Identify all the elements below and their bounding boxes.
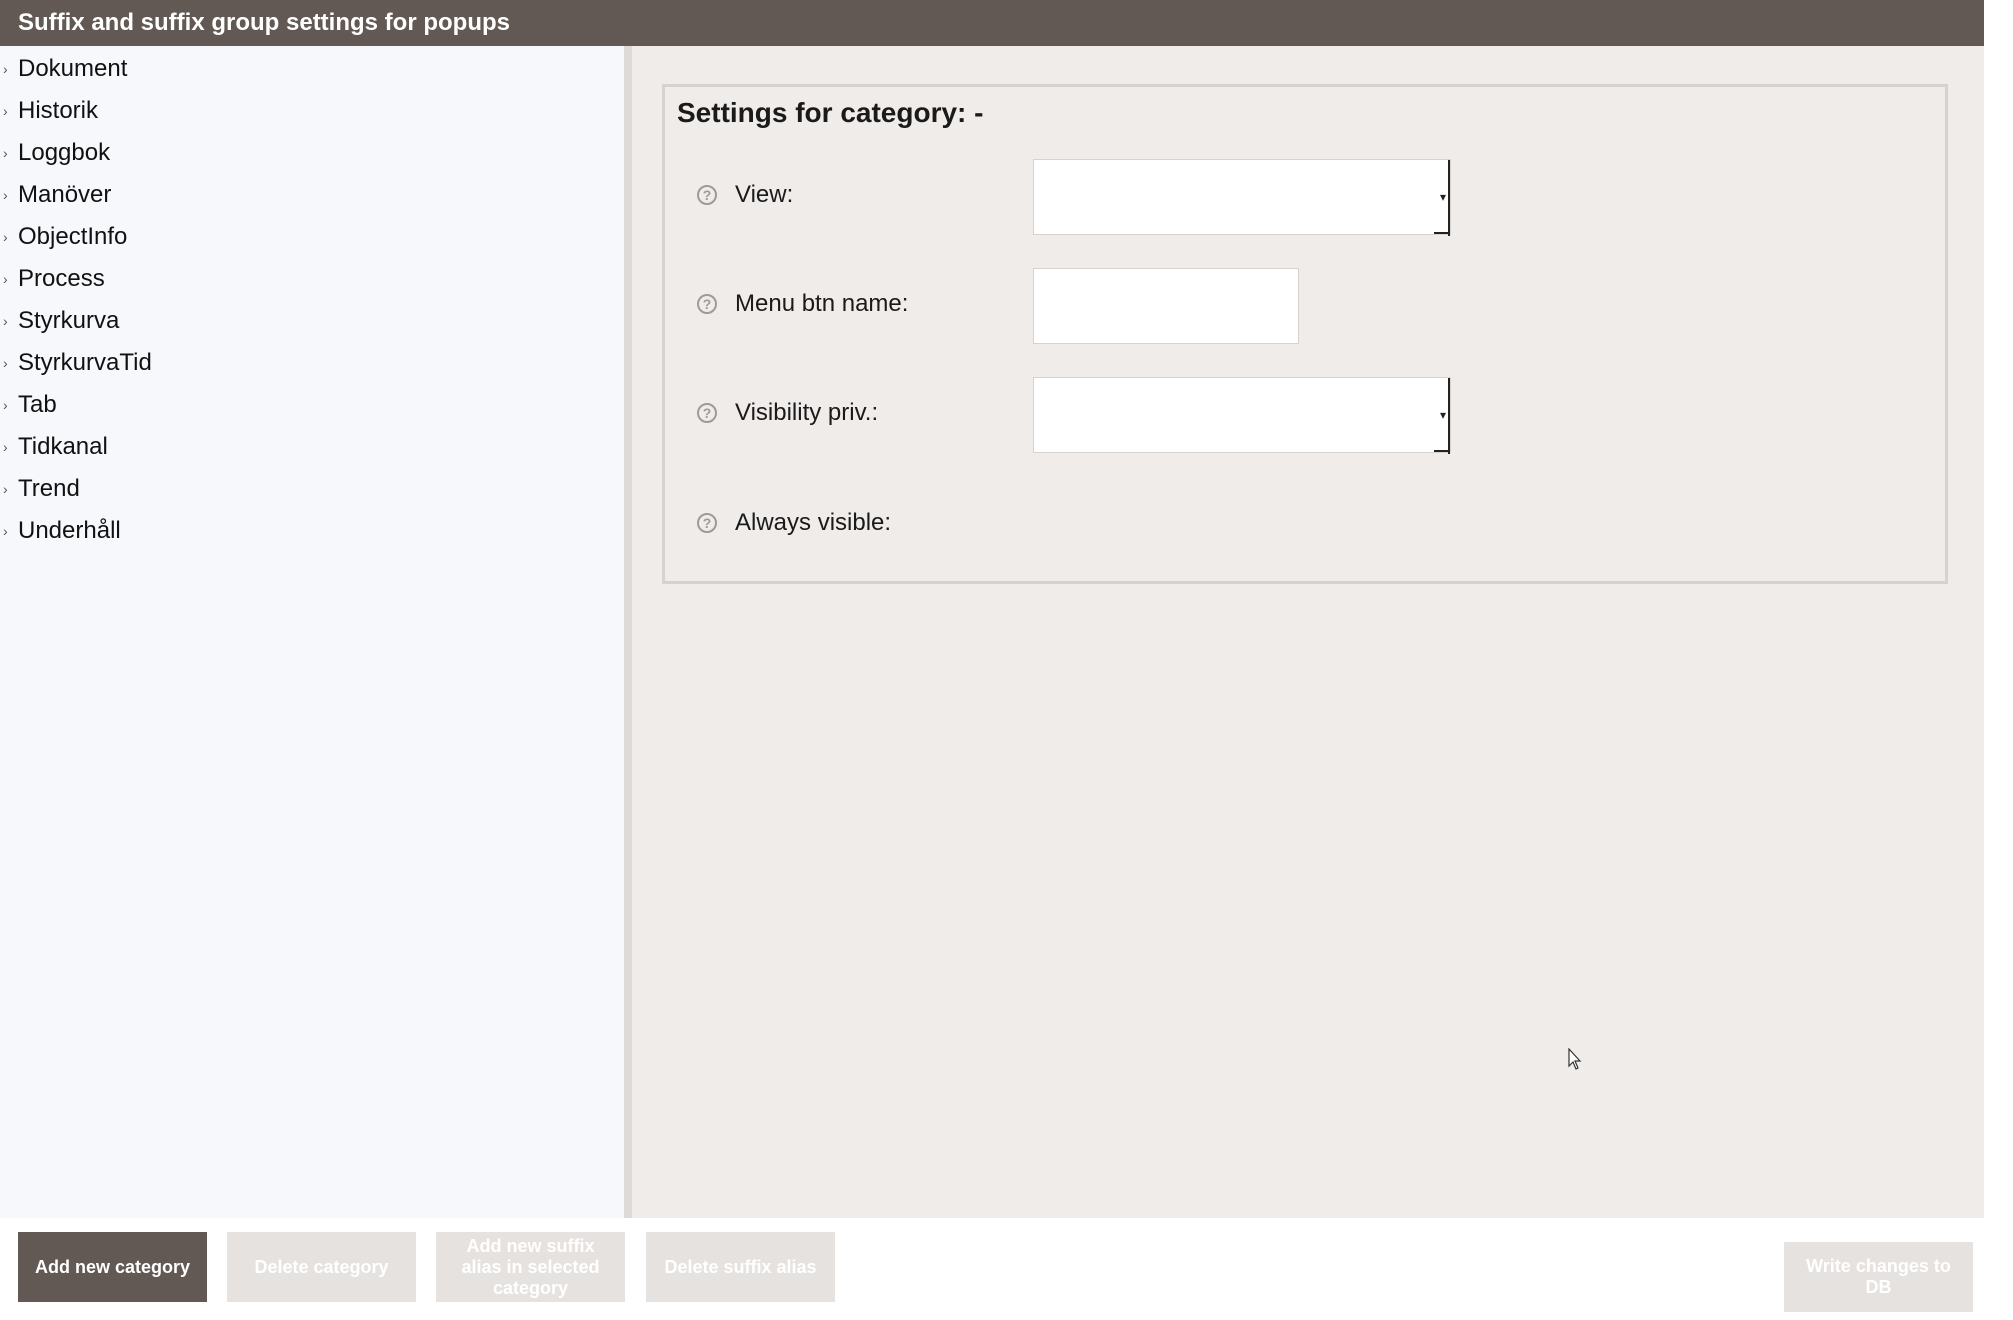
visibility-priv-select[interactable]: ▾	[1033, 377, 1451, 454]
chevron-right-icon[interactable]: ›	[0, 145, 18, 161]
tree-item-underhall[interactable]: › Underhåll	[0, 510, 620, 552]
tree-item-trend[interactable]: › Trend	[0, 468, 620, 510]
mouse-pointer-icon	[1568, 1048, 1582, 1070]
help-icon[interactable]: ?	[697, 185, 717, 205]
tree-item-tidkanal[interactable]: › Tidkanal	[0, 426, 620, 468]
tree-item-objectinfo[interactable]: › ObjectInfo	[0, 216, 620, 258]
dropdown-arrow-icon: ▾	[1439, 190, 1446, 204]
help-icon[interactable]: ?	[697, 403, 717, 423]
chevron-right-icon[interactable]: ›	[0, 397, 18, 413]
help-icon[interactable]: ?	[697, 294, 717, 314]
help-icon[interactable]: ?	[697, 513, 717, 533]
tree-item-label: Loggbok	[18, 139, 111, 166]
chevron-right-icon[interactable]: ›	[0, 355, 18, 371]
add-suffix-alias-button[interactable]: Add new suffix alias in selected categor…	[436, 1232, 625, 1302]
select-edge	[1434, 450, 1450, 452]
tree-item-label: Process	[18, 265, 105, 292]
button-bar: Add new category Delete category Add new…	[0, 1218, 2013, 1320]
visibility-priv-row: ? Visibility priv.: ▾	[697, 377, 1897, 454]
select-edge	[1448, 378, 1450, 454]
chevron-right-icon[interactable]: ›	[0, 523, 18, 539]
tree-item-label: StyrkurvaTid	[18, 349, 152, 376]
chevron-right-icon[interactable]: ›	[0, 313, 18, 329]
tree-item-label: Tidkanal	[18, 433, 108, 460]
tree-item-styrkurvatid[interactable]: › StyrkurvaTid	[0, 342, 620, 384]
view-select[interactable]: ▾	[1033, 159, 1451, 236]
menu-btn-name-label: Menu btn name:	[735, 290, 909, 317]
settings-panel: Settings for category: - ? View: ▾ ? Men…	[632, 46, 1984, 1218]
chevron-right-icon[interactable]: ›	[0, 187, 18, 203]
tree-item-label: Historik	[18, 97, 99, 124]
tree-item-manover[interactable]: › Manöver	[0, 174, 620, 216]
chevron-right-icon[interactable]: ›	[0, 271, 18, 287]
menu-btn-name-input[interactable]	[1033, 268, 1299, 344]
view-label: View:	[735, 181, 794, 208]
chevron-right-icon[interactable]: ›	[0, 61, 18, 77]
tree-item-label: Dokument	[18, 55, 128, 82]
visibility-priv-label: Visibility priv.:	[735, 399, 879, 426]
chevron-right-icon[interactable]: ›	[0, 229, 18, 245]
category-tree: › Dokument › Historik › Loggbok › Manöve…	[0, 46, 624, 1218]
delete-suffix-alias-button[interactable]: Delete suffix alias	[646, 1232, 835, 1302]
panel-splitter[interactable]	[624, 46, 632, 1218]
write-changes-button[interactable]: Write changes to DB	[1784, 1242, 1973, 1312]
tree-item-label: Styrkurva	[18, 307, 120, 334]
menu-btn-name-row: ? Menu btn name:	[697, 268, 1897, 344]
settings-group: Settings for category: - ? View: ▾ ? Men…	[662, 84, 1948, 584]
tree-item-tab[interactable]: › Tab	[0, 384, 620, 426]
tree-item-label: ObjectInfo	[18, 223, 128, 250]
tree-item-label: Tab	[18, 391, 57, 418]
tree-item-label: Underhåll	[18, 517, 121, 544]
tree-item-historik[interactable]: › Historik	[0, 90, 620, 132]
tree-item-loggbok[interactable]: › Loggbok	[0, 132, 620, 174]
select-edge	[1448, 160, 1450, 236]
tree-item-dokument[interactable]: › Dokument	[0, 48, 620, 90]
tree-item-label: Manöver	[18, 181, 112, 208]
select-edge	[1434, 232, 1450, 234]
delete-category-button[interactable]: Delete category	[227, 1232, 416, 1302]
window-title: Suffix and suffix group settings for pop…	[0, 0, 1984, 46]
chevron-right-icon[interactable]: ›	[0, 103, 18, 119]
dropdown-arrow-icon: ▾	[1439, 408, 1446, 422]
always-visible-row: ? Always visible:	[697, 487, 1897, 563]
add-category-button[interactable]: Add new category	[18, 1232, 207, 1302]
tree-item-label: Trend	[18, 475, 80, 502]
chevron-right-icon[interactable]: ›	[0, 439, 18, 455]
always-visible-label: Always visible:	[735, 509, 892, 536]
tree-item-styrkurva[interactable]: › Styrkurva	[0, 300, 620, 342]
view-row: ? View: ▾	[697, 159, 1897, 236]
chevron-right-icon[interactable]: ›	[0, 481, 18, 497]
settings-title: Settings for category: -	[677, 97, 984, 128]
tree-item-process[interactable]: › Process	[0, 258, 620, 300]
